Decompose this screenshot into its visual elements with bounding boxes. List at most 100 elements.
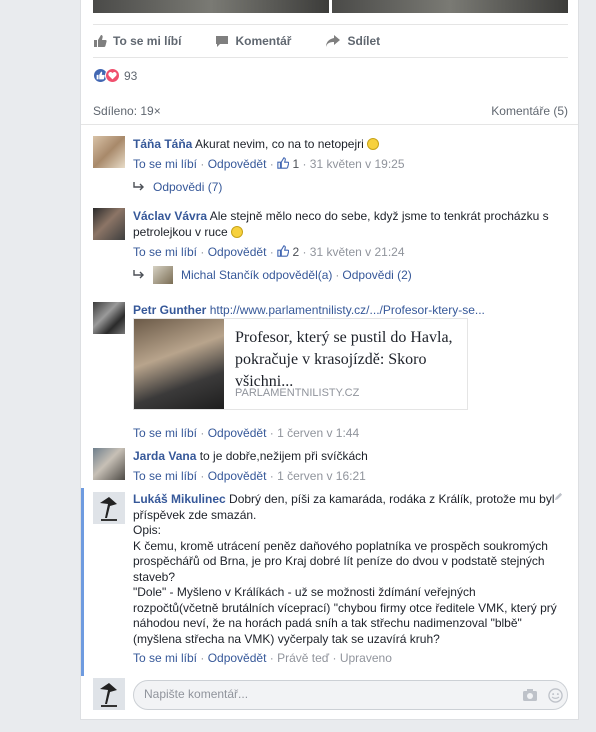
post-stats: Sdíleno: 19× Komentáře (5) — [93, 104, 568, 118]
share-label: Sdílet — [347, 34, 381, 48]
comment-text-line: Dobrý den, píši za kamaráda, rodáka z Kr… — [225, 492, 555, 506]
replies-label[interactable]: Odpovědi (2) — [342, 267, 411, 283]
comment-timestamp[interactable]: 31 květen v 19:25 — [310, 157, 405, 171]
comment-text-line: "Dole" - Myšleno v Králíkách - už se mož… — [133, 585, 476, 599]
comment-text-continued: petrolejkou v ruce — [133, 225, 232, 239]
avatar[interactable] — [93, 492, 125, 524]
separator-dot: · — [335, 268, 340, 282]
share-button[interactable]: Sdílet — [325, 34, 380, 48]
comment-text-line: staveb? — [133, 569, 176, 584]
comment-like-link[interactable]: To se mi líbí — [133, 157, 197, 171]
comment-text-line: K čemu, kromě utrácení peněz daňového po… — [133, 538, 548, 553]
comment-item: Táňa Táňa Akurat nevim, co na to netopej… — [93, 136, 563, 198]
thumbs-up-icon — [94, 35, 107, 47]
comment-timestamp[interactable]: Právě teď — [277, 651, 329, 665]
reply-author[interactable]: Michal Stančík odpověděl(a) — [181, 267, 332, 283]
like-button[interactable]: To se mi líbí — [93, 34, 181, 48]
comment-author[interactable]: Petr Gunther — [133, 303, 206, 317]
comment-icon — [216, 36, 229, 47]
post-action-bar: To se mi líbí Komentář Sdílet — [93, 24, 568, 58]
comment-body: Petr Gunther http://www.parlamentnilisty… — [133, 302, 563, 318]
comment-text: Ale stejně mělo neco do sebe, když jsme … — [207, 209, 549, 223]
comment-body: Jarda Vana to je dobře,nežijem při svíčk… — [133, 449, 368, 483]
comment-input-box[interactable] — [133, 680, 568, 710]
comment-like-link[interactable]: To se mi líbí — [133, 245, 197, 259]
reply-avatar[interactable] — [153, 266, 173, 284]
comment-link[interactable]: http://www.parlamentnilisty.cz/.../Profe… — [210, 303, 485, 317]
post-card: To se mi líbí Komentář Sdílet 93 Sdíleno… — [80, 0, 579, 720]
post-photos[interactable] — [93, 0, 568, 13]
comment-timestamp[interactable]: 1 červen v 1:44 — [277, 426, 359, 440]
comment-item: Václav Vávra Ale stejně mělo neco do seb… — [93, 208, 563, 290]
post-photo-right[interactable] — [332, 0, 568, 13]
comment-composer — [93, 678, 568, 712]
comment-timestamp[interactable]: 31 květen v 21:24 — [310, 245, 405, 259]
like-label: To se mi líbí — [113, 34, 182, 48]
link-preview-card[interactable]: Profesor, který se pustil do Havla, pokr… — [133, 318, 468, 410]
comment-item: Petr Gunther http://www.parlamentnilisty… — [93, 302, 563, 444]
avatar[interactable] — [93, 136, 125, 168]
comment-text-line: (myšlena střecha na VMK) vyčerpaly tak s… — [133, 631, 440, 646]
comment-author[interactable]: Jarda Vana — [133, 449, 196, 463]
new-comment-highlight — [81, 488, 84, 676]
comments-section — [81, 124, 578, 125]
statue-avatar-icon — [100, 497, 117, 521]
link-preview-title[interactable]: Profesor, který se pustil do Havla, pokr… — [235, 327, 465, 393]
comment-body: Václav Vávra Ale stejně mělo neco do seb… — [133, 208, 563, 284]
comment-text-line: rozpočtů(včetně brutálních víceprací) "c… — [133, 600, 557, 615]
view-replies[interactable]: Michal Stančík odpověděl(a) · Odpovědi (… — [133, 266, 563, 284]
smile-emoji-icon — [231, 226, 244, 238]
smile-emoji-icon — [367, 138, 380, 150]
comment-reply-link[interactable]: Odpovědět — [208, 245, 267, 259]
camera-icon[interactable] — [522, 688, 538, 702]
comment-text-line: náhodou neví, že na horách padá sníh a t… — [133, 616, 522, 630]
comment-text: to je dobře,nežijem při svíčkách — [196, 449, 368, 463]
comment-item: Lukáš Mikulinec Dobrý den, píši za kamar… — [93, 492, 563, 672]
comment-reply-link[interactable]: Odpovědět — [208, 157, 267, 171]
post-photo-left[interactable] — [93, 0, 329, 13]
share-arrow-icon — [326, 35, 341, 47]
comment-reply-link[interactable]: Odpovědět — [208, 469, 267, 483]
link-preview-image[interactable] — [134, 319, 224, 409]
comment-text-line: Opis: — [133, 523, 162, 537]
comment-item: Jarda Vana to je dobře,nežijem při svíčk… — [93, 448, 563, 484]
comment-count[interactable]: Komentáře (5) — [491, 104, 568, 118]
avatar[interactable] — [93, 302, 125, 334]
edit-pencil-icon[interactable] — [554, 492, 563, 501]
comment-like-link[interactable]: To se mi líbí — [133, 651, 197, 665]
avatar — [93, 678, 125, 710]
comment-timestamp[interactable]: 1 červen v 16:21 — [277, 469, 366, 483]
comment-like-link[interactable]: To se mi líbí — [133, 469, 197, 483]
replies-label[interactable]: Odpovědi (7) — [153, 179, 222, 195]
comment-body: Lukáš Mikulinec Dobrý den, píši za kamar… — [133, 492, 563, 667]
comment-author[interactable]: Lukáš Mikulinec — [133, 492, 226, 506]
comment-button[interactable]: Komentář — [215, 34, 291, 48]
comment-input[interactable] — [144, 687, 504, 701]
comment-text-line: příspěvek zde smazán. — [133, 507, 257, 522]
reply-arrow-icon — [133, 182, 144, 191]
avatar[interactable] — [93, 448, 125, 480]
comment-text-line: prospěchářů od Brna, je pro Kraj dobré l… — [133, 554, 545, 568]
thumbs-up-icon — [277, 245, 290, 257]
comment-author[interactable]: Václav Vávra — [133, 209, 207, 223]
link-preview-domain: PARLAMENTNILISTY.CZ — [235, 387, 360, 399]
comment-text: Akurat nevim, co na to netopejri — [192, 137, 368, 151]
share-count[interactable]: Sdíleno: 19× — [93, 104, 161, 118]
comment-like-count[interactable]: 1 — [292, 157, 299, 171]
comment-body: Táňa Táňa Akurat nevim, co na to netopej… — [133, 136, 563, 195]
comment-author[interactable]: Táňa Táňa — [133, 137, 192, 151]
statue-avatar-icon — [100, 683, 117, 707]
comment-reply-link[interactable]: Odpovědět — [208, 651, 267, 665]
comment-like-link[interactable]: To se mi líbí — [133, 426, 197, 440]
thumbs-up-icon — [277, 157, 290, 169]
edited-label[interactable]: Upraveno — [340, 651, 392, 665]
avatar[interactable] — [93, 208, 125, 240]
reaction-summary[interactable]: 93 — [93, 68, 137, 83]
comment-label: Komentář — [235, 34, 292, 48]
comment-like-count[interactable]: 2 — [292, 245, 299, 259]
reply-arrow-icon — [133, 270, 144, 279]
love-reaction-icon — [105, 68, 120, 83]
view-replies[interactable]: Odpovědi (7) — [133, 179, 563, 195]
emoji-icon[interactable] — [548, 688, 563, 703]
comment-reply-link[interactable]: Odpovědět — [208, 426, 267, 440]
